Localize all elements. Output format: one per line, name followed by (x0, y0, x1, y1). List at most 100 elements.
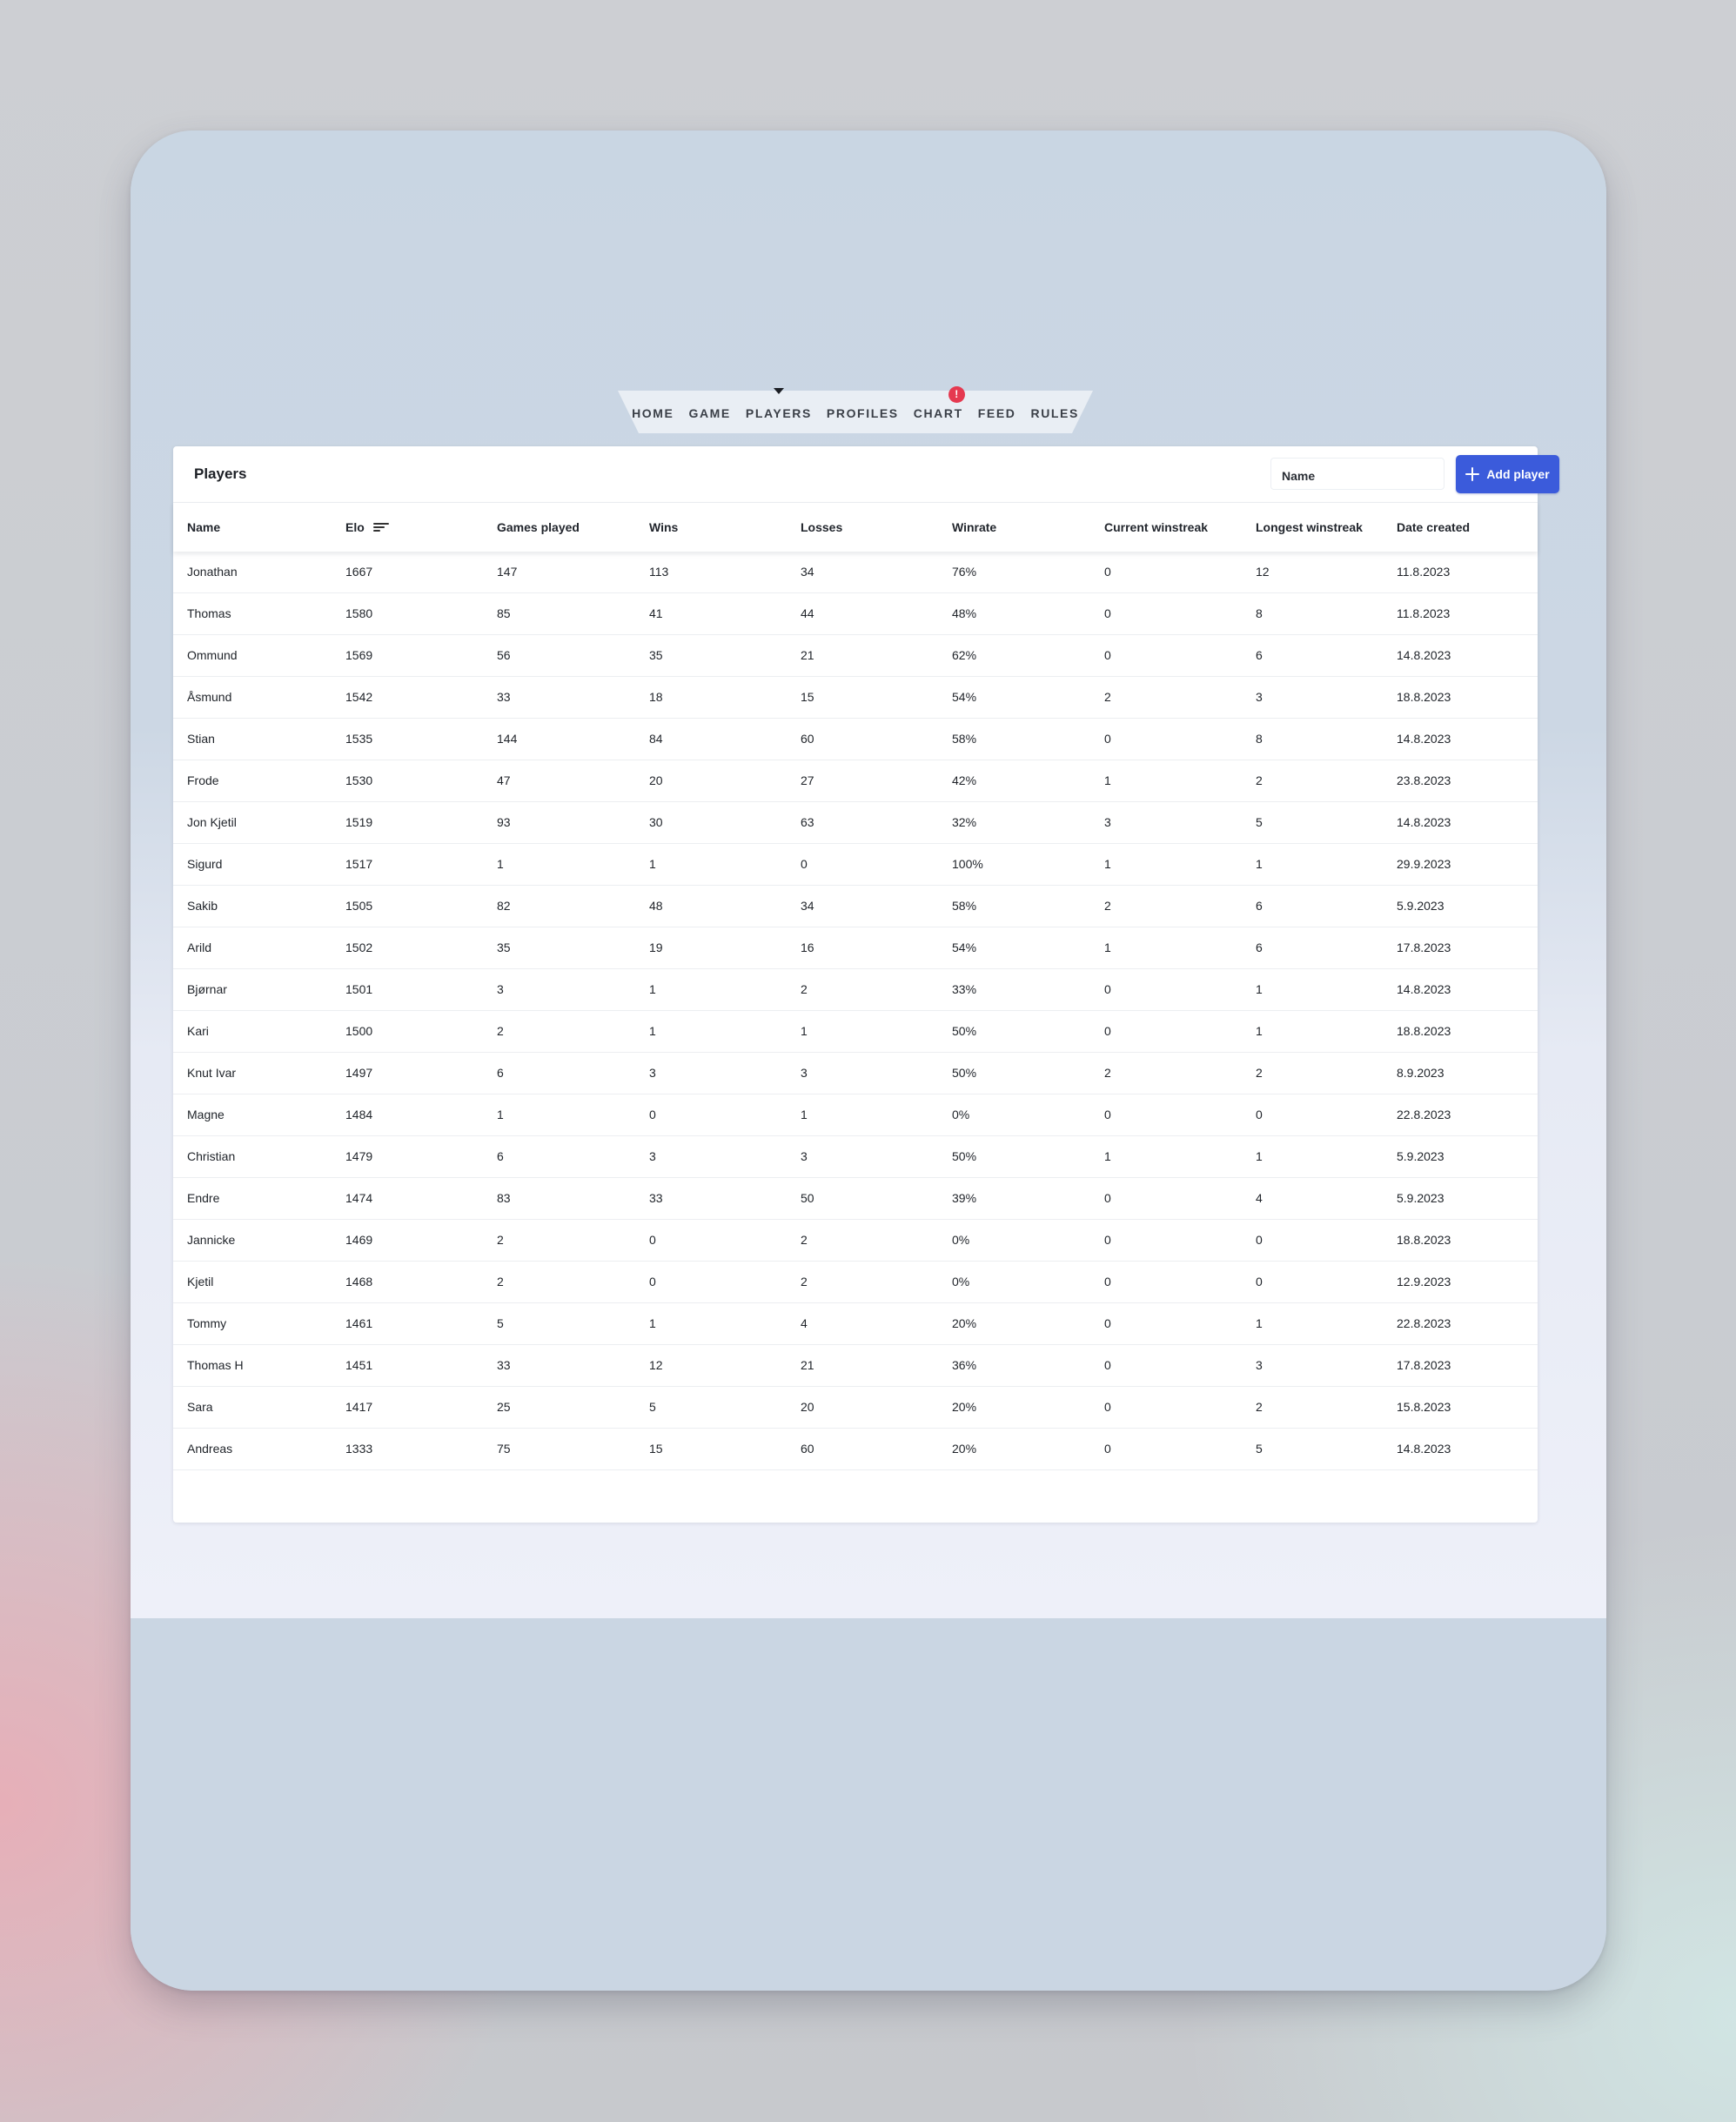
cell-name: Ommund (187, 648, 238, 662)
cell-losses: 20 (801, 1400, 814, 1414)
table-row[interactable]: Magne 1484 1 0 1 0% 0 0 22.8.2023 (173, 1094, 1538, 1136)
table-row[interactable]: Christian 1479 6 3 3 50% 1 1 5.9.2023 (173, 1136, 1538, 1178)
column-header-longest-winstreak[interactable]: Longest winstreak (1256, 503, 1363, 552)
cell-date-created: 23.8.2023 (1397, 773, 1451, 787)
cell-name: Jannicke (187, 1233, 236, 1247)
cell-losses: 34 (801, 565, 814, 579)
column-header-label: Winrate (952, 520, 997, 534)
cell-winrate: 42% (952, 773, 977, 787)
cell-wins: 113 (649, 565, 669, 579)
table-row[interactable]: Sakib 1505 82 48 34 58% 2 6 5.9.2023 (173, 886, 1538, 927)
table-row[interactable]: Kjetil 1468 2 0 2 0% 0 0 12.9.2023 (173, 1262, 1538, 1303)
cell-current-winstreak: 0 (1104, 1024, 1111, 1038)
cell-wins: 3 (649, 1149, 656, 1163)
cell-games-played: 147 (497, 565, 518, 579)
table-row[interactable]: Sara 1417 25 5 20 20% 0 2 15.8.2023 (173, 1387, 1538, 1429)
nav-players[interactable]: PLAYERS (746, 387, 812, 420)
cell-longest-winstreak: 0 (1256, 1233, 1263, 1247)
players-panel: Players Add player Name Elo Games played Wi… (173, 446, 1559, 1523)
nav-chart[interactable]: CHART! (914, 385, 965, 420)
cell-games-played: 33 (497, 1358, 511, 1372)
table-row[interactable]: Frode 1530 47 20 27 42% 1 2 23.8.2023 (173, 760, 1538, 802)
nav-label: PROFILES (826, 405, 899, 420)
column-header-winrate[interactable]: Winrate (952, 503, 996, 552)
cell-date-created: 14.8.2023 (1397, 648, 1451, 662)
cell-current-winstreak: 3 (1104, 815, 1111, 829)
column-header-name[interactable]: Name (187, 503, 220, 552)
cell-winrate: 58% (952, 732, 977, 746)
column-header-label: Current winstreak (1104, 520, 1209, 534)
cell-elo: 1497 (345, 1066, 373, 1080)
cell-losses: 63 (801, 815, 814, 829)
cell-longest-winstreak: 1 (1256, 1024, 1263, 1038)
table-row[interactable]: Thomas H 1451 33 12 21 36% 0 3 17.8.2023 (173, 1345, 1538, 1387)
table-row[interactable]: Endre 1474 83 33 50 39% 0 4 5.9.2023 (173, 1178, 1538, 1220)
cell-winrate: 39% (952, 1191, 977, 1205)
table-header: Name Elo Games played Wins Losses Winrate Curr… (173, 503, 1538, 552)
cell-elo: 1484 (345, 1108, 373, 1121)
cell-elo: 1474 (345, 1191, 373, 1205)
table-row[interactable]: Jannicke 1469 2 0 2 0% 0 0 18.8.2023 (173, 1220, 1538, 1262)
column-header-games-played[interactable]: Games played (497, 503, 580, 552)
cell-longest-winstreak: 12 (1256, 565, 1270, 579)
cell-losses: 1 (801, 1108, 808, 1121)
panel-header: Players Add player (173, 446, 1559, 503)
sort-icon[interactable] (372, 521, 389, 533)
cell-losses: 3 (801, 1149, 808, 1163)
table-row[interactable]: Åsmund 1542 33 18 15 54% 2 3 18.8.2023 (173, 677, 1538, 719)
cell-date-created: 11.8.2023 (1397, 565, 1451, 579)
table-row[interactable]: Sigurd 1517 1 1 0 100% 1 1 29.9.2023 (173, 844, 1538, 886)
add-player-button[interactable]: Add player (1456, 455, 1559, 493)
cell-name: Sakib (187, 899, 218, 913)
table-row[interactable]: Kari 1500 2 1 1 50% 0 1 18.8.2023 (173, 1011, 1538, 1053)
table-row[interactable]: Jonathan 1667 147 113 34 76% 0 12 11.8.2023 (173, 552, 1538, 593)
cell-name: Bjørnar (187, 982, 227, 996)
column-header-wins[interactable]: Wins (649, 503, 678, 552)
cell-current-winstreak: 0 (1104, 565, 1111, 579)
caret-down-icon (773, 387, 784, 394)
cell-games-played: 25 (497, 1400, 511, 1414)
cell-longest-winstreak: 8 (1256, 606, 1263, 620)
cell-winrate: 33% (952, 982, 977, 996)
table-row[interactable]: Tommy 1461 5 1 4 20% 0 1 22.8.2023 (173, 1303, 1538, 1345)
table-row[interactable]: Knut Ivar 1497 6 3 3 50% 2 2 8.9.2023 (173, 1053, 1538, 1094)
cell-name: Frode (187, 773, 219, 787)
cell-date-created: 22.8.2023 (1397, 1108, 1451, 1121)
nav-label: HOME (632, 405, 674, 420)
cell-date-created: 5.9.2023 (1397, 1149, 1444, 1163)
cell-date-created: 5.9.2023 (1397, 899, 1444, 913)
column-header-losses[interactable]: Losses (801, 503, 842, 552)
cell-games-played: 1 (497, 857, 504, 871)
table-row[interactable]: Bjørnar 1501 3 1 2 33% 0 1 14.8.2023 (173, 969, 1538, 1011)
nav-rules[interactable]: RULES (1030, 406, 1078, 420)
cell-winrate: 58% (952, 899, 977, 913)
table-row[interactable]: Arild 1502 35 19 16 54% 1 6 17.8.2023 (173, 927, 1538, 969)
cell-games-played: 33 (497, 690, 511, 704)
cell-longest-winstreak: 1 (1256, 1149, 1263, 1163)
nav-home[interactable]: HOME (632, 406, 674, 420)
nav-game[interactable]: GAME (688, 406, 730, 420)
cell-longest-winstreak: 1 (1256, 982, 1263, 996)
column-header-elo[interactable]: Elo (345, 503, 389, 552)
nav-profiles[interactable]: PROFILES (827, 406, 899, 420)
cell-date-created: 14.8.2023 (1397, 732, 1451, 746)
cell-current-winstreak: 1 (1104, 773, 1111, 787)
cell-wins: 1 (649, 857, 656, 871)
column-header-date-created[interactable]: Date created (1397, 503, 1470, 552)
table-row[interactable]: Ommund 1569 56 35 21 62% 0 6 14.8.2023 (173, 635, 1538, 677)
nav-feed[interactable]: FEED (978, 406, 1016, 420)
cell-losses: 50 (801, 1191, 814, 1205)
cell-games-played: 85 (497, 606, 511, 620)
table-row[interactable]: Jon Kjetil 1519 93 30 63 32% 3 5 14.8.2023 (173, 802, 1538, 844)
name-search-input[interactable] (1270, 458, 1444, 490)
cell-elo: 1519 (345, 815, 373, 829)
table-row[interactable]: Thomas 1580 85 41 44 48% 0 8 11.8.2023 (173, 593, 1538, 635)
cell-games-played: 35 (497, 941, 511, 954)
page-title: Players (194, 465, 247, 482)
cell-elo: 1517 (345, 857, 373, 871)
table-row[interactable]: Stian 1535 144 84 60 58% 0 8 14.8.2023 (173, 719, 1538, 760)
column-header-current-winstreak[interactable]: Current winstreak (1104, 503, 1208, 552)
cell-games-played: 2 (497, 1233, 504, 1247)
table-row[interactable]: Andreas 1333 75 15 60 20% 0 5 14.8.2023 (173, 1429, 1538, 1470)
cell-name: Thomas (187, 606, 231, 620)
